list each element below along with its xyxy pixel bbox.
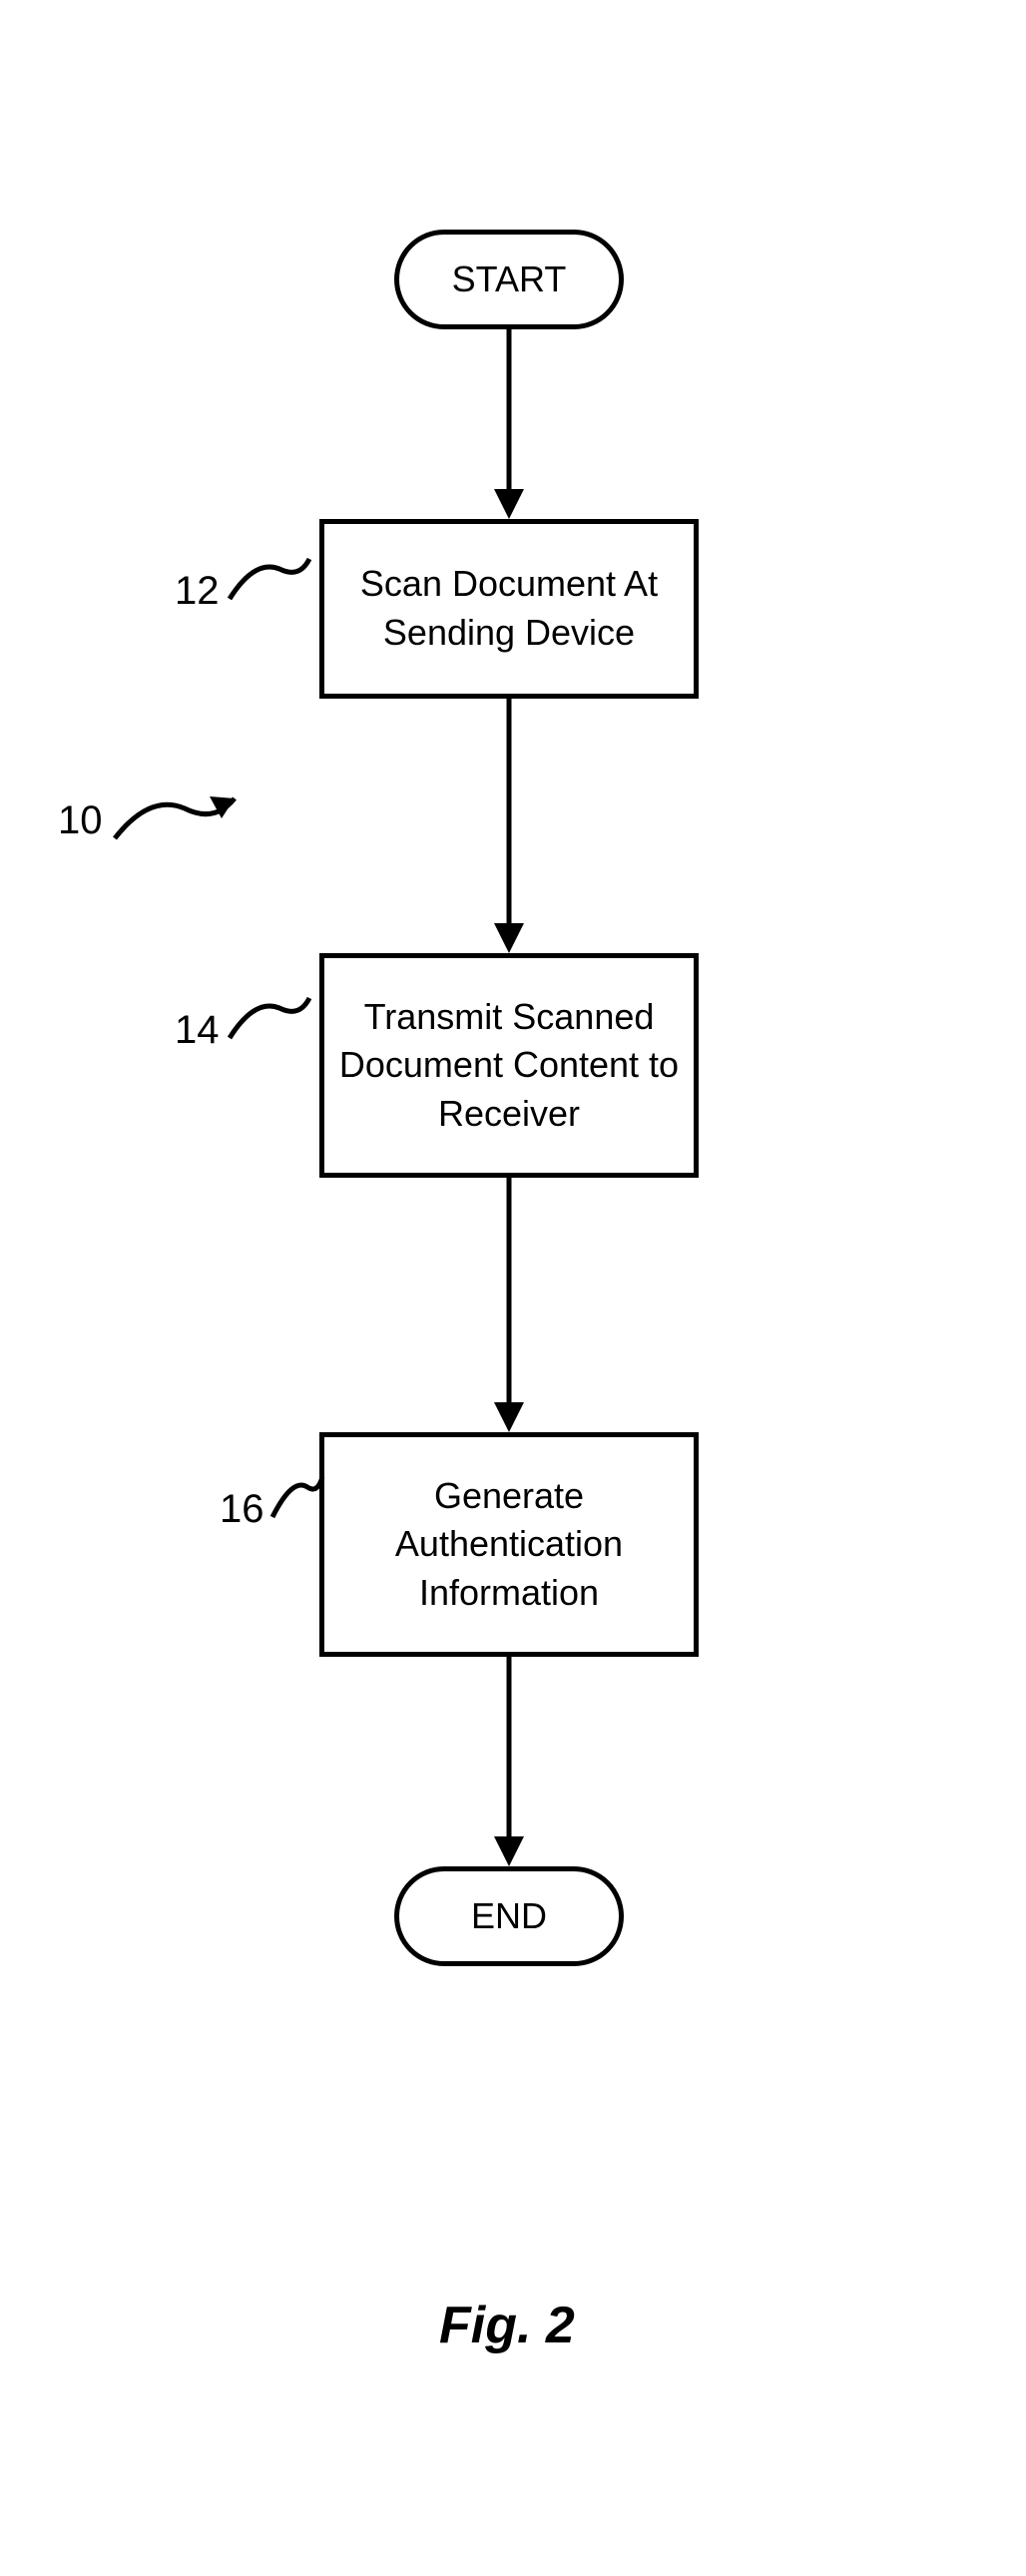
ref-14-curve: [225, 993, 314, 1043]
scan-document-step: Scan Document At Sending Device: [319, 519, 699, 699]
transmit-label: Transmit Scanned Document Content to Rec…: [334, 993, 684, 1139]
ref-14: 14: [175, 1008, 220, 1053]
arrow-1: [200, 329, 818, 519]
transmit-step: Transmit Scanned Document Content to Rec…: [319, 953, 699, 1178]
ref-10: 10: [58, 798, 103, 843]
ref-12-curve: [225, 554, 314, 604]
ref-16: 16: [220, 1487, 264, 1532]
arrow-2: [200, 699, 818, 953]
end-terminator: END: [394, 1866, 624, 1966]
arrow-4: [200, 1657, 818, 1866]
authenticate-label: Generate Authentication Information: [334, 1472, 684, 1618]
authenticate-step: Generate Authentication Information: [319, 1432, 699, 1657]
scan-document-label: Scan Document At Sending Device: [334, 560, 684, 657]
ref-16-curve: [267, 1472, 327, 1522]
figure-caption: Fig. 2: [439, 2296, 575, 2355]
ref-12: 12: [175, 569, 220, 614]
start-terminator: START: [394, 230, 624, 329]
end-label: END: [471, 1895, 547, 1937]
flowchart-container: START Scan Document At Sending Device Tr…: [200, 230, 818, 1966]
arrow-3: [200, 1178, 818, 1432]
ref-10-curve: [110, 788, 240, 848]
start-label: START: [452, 258, 567, 300]
